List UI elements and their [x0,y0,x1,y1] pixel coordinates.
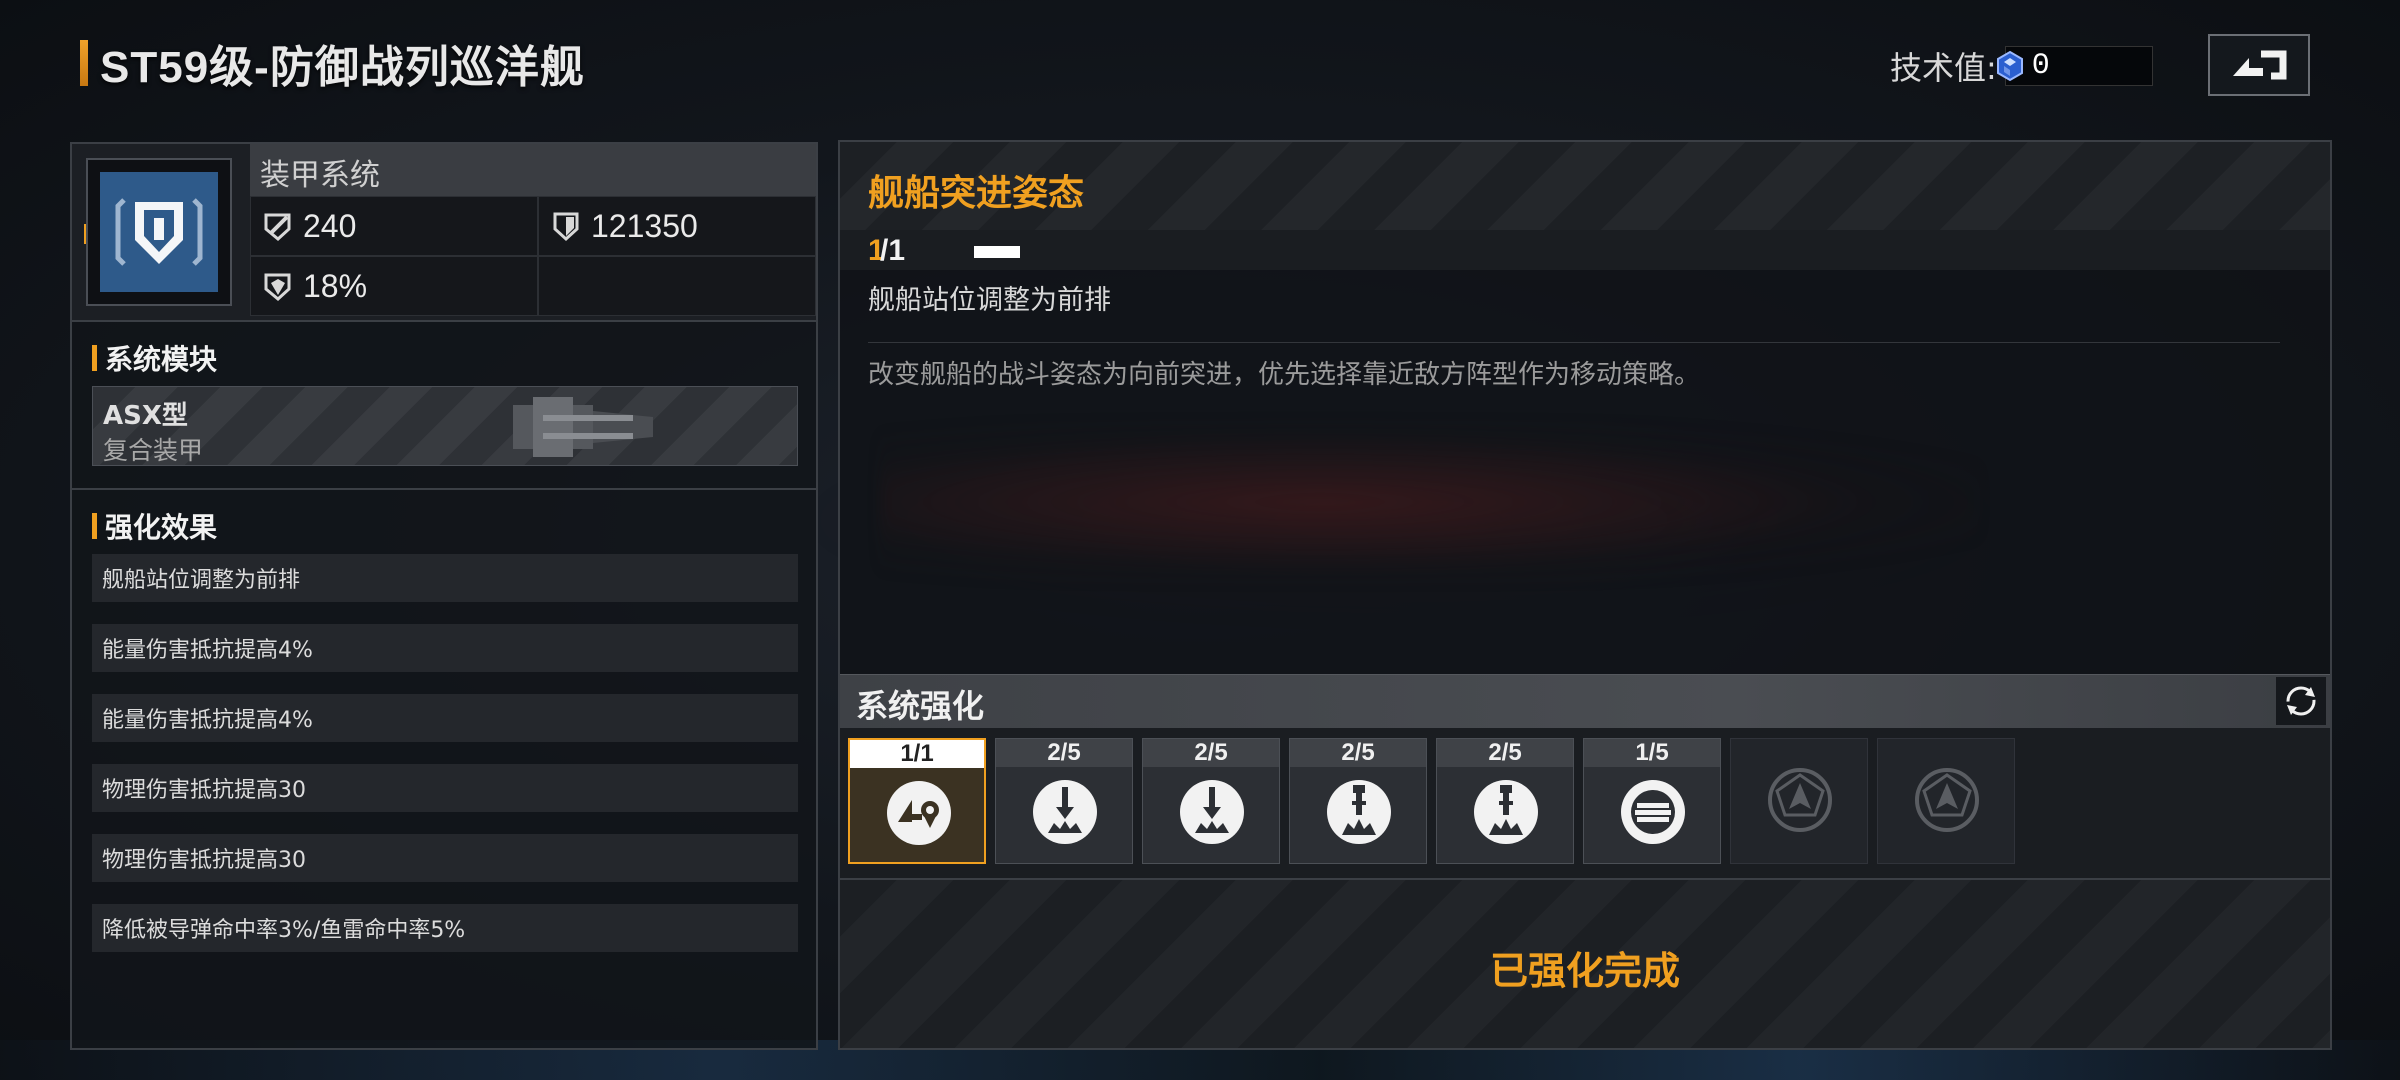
upgrade-header: 系统强化 [840,674,2330,730]
physical-shield-icon [1327,780,1391,844]
refresh-button[interactable] [2276,677,2326,725]
module-section-title: 系统模块 [105,343,218,376]
left-panel: 装甲系统 240 121350 18% 系统模块 ASX型 复合装甲 强化效果 … [70,142,818,1050]
skill-separator [868,342,2280,343]
slot-count: 2/5 [996,739,1132,767]
effect-item: 能量伤害抵抗提高4% [92,624,798,672]
slot-count: 1/1 [850,740,984,768]
upgrade-slot-4[interactable]: 2/5 [1289,738,1427,864]
module-name: ASX型 [103,401,188,431]
effect-item: 能量伤害抵抗提高4% [92,694,798,742]
armor-summary: 装甲系统 240 121350 18% [72,144,816,322]
armor-shield-icon [115,198,203,266]
skill-level-bar [974,246,1020,258]
effect-text: 能量伤害抵抗提高4% [102,638,313,663]
hp-value: 121350 [591,207,698,244]
back-button[interactable] [2208,34,2310,96]
upgrade-slot-6[interactable]: 1/5 [1583,738,1721,864]
effect-text: 物理伤害抵抗提高30 [102,778,306,803]
effect-text: 降低被导弹命中率3%/鱼雷命中率5% [102,918,466,943]
slot-count: 2/5 [1143,739,1279,767]
slot-count: 1/5 [1584,739,1720,767]
armor-icon-frame[interactable] [86,158,232,306]
right-panel: 舰船突进姿态 1 /1 舰船站位调整为前排 改变舰船的战斗姿态为向前突进，优先选… [838,140,2332,1050]
stat-resist: 18% [250,256,538,316]
tech-value-box: 0 [1996,46,2153,86]
effects-section-header: 强化效果 [92,506,217,546]
physical-shield-icon [1474,780,1538,844]
upgrade-slot-locked-2 [1877,738,2015,864]
upgrade-slot-1[interactable]: 1/1 [848,738,986,864]
effect-text: 能量伤害抵抗提高4% [102,708,313,733]
skill-level-row: 1 /1 [840,230,2330,270]
effect-item: 物理伤害抵抗提高30 [92,764,798,812]
tech-value-display: 技术值: 0 [1890,44,2153,88]
missile-evade-icon [1621,780,1685,844]
armor-title-row: 装甲系统 [250,144,816,196]
attack-icon [264,213,291,241]
section-divider [72,488,816,490]
stat-empty [538,256,816,316]
module-section-header: 系统模块 [92,338,217,378]
title-accent-bar [80,40,88,86]
effect-text: 舰船站位调整为前排 [102,568,301,593]
stat-attack: 240 [250,196,538,256]
armor-icon-bg [100,172,218,292]
effect-item: 物理伤害抵抗提高30 [92,834,798,882]
upgrade-complete-text: 已强化完成 [1489,949,1680,993]
module-subtitle: 复合装甲 [103,436,204,465]
effect-item: 舰船站位调整为前排 [92,554,798,602]
tech-value: 0 [2031,49,2050,83]
upgrade-slot-locked-1 [1730,738,1868,864]
effect-text: 物理伤害抵抗提高30 [102,848,306,873]
upgrade-slot-5[interactable]: 2/5 [1436,738,1574,864]
upgrade-slot-2[interactable]: 2/5 [995,738,1133,864]
module-section-bar [92,345,97,371]
skill-effect: 舰船站位调整为前排 [868,285,1111,316]
tech-label: 技术值: [1890,49,1997,87]
ship-title: ST59级-防御战列巡洋舰 [100,43,585,92]
effects-section-title: 强化效果 [105,511,218,544]
upgrade-status-area: 已强化完成 [840,878,2330,1048]
back-arrow-icon [2233,50,2287,80]
resist-icon [264,273,291,301]
locked-slot-icon [1768,768,1832,832]
effects-section-bar [92,513,97,539]
slot-count: 2/5 [1290,739,1426,767]
tech-crystal-icon [1996,50,2023,82]
locked-slot-icon [1915,768,1979,832]
module-card[interactable]: ASX型 复合装甲 [92,386,798,466]
page-title: ST59级-防御战列巡洋舰 [80,38,585,92]
shield-hp-icon [553,212,579,242]
upgrade-title: 系统强化 [856,687,985,725]
energy-shield-icon [1033,780,1097,844]
armor-system-title: 装甲系统 [260,158,380,193]
upgrade-slot-3[interactable]: 2/5 [1142,738,1280,864]
skill-level-max: /1 [880,234,906,267]
refresh-icon [2286,686,2316,716]
skill-header: 舰船突进姿态 [840,142,2330,230]
stat-hp: 121350 [538,196,816,256]
skill-description: 改变舰船的战斗姿态为向前突进，优先选择靠近敌方阵型作为移动策略。 [868,360,1701,390]
ship-preview-blur [880,422,1980,582]
skill-title: 舰船突进姿态 [868,173,1085,214]
slot-count: 2/5 [1437,739,1573,767]
resist-value: 18% [303,267,368,304]
upgrade-slots: 1/1 2/5 2/5 2/5 2/5 1/5 [840,728,2330,878]
energy-shield-icon [1180,780,1244,844]
attack-value: 240 [303,207,357,244]
effect-item: 降低被导弹命中率3%/鱼雷命中率5% [92,904,798,952]
position-forward-icon [887,781,951,845]
